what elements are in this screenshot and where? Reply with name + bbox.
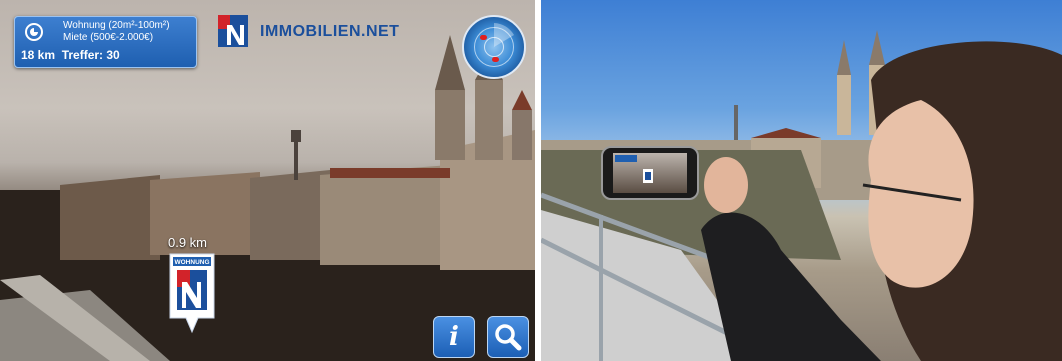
radar-hit-marker	[480, 35, 487, 40]
radar-hit-marker	[492, 57, 499, 62]
radius-value: 18 km	[21, 48, 56, 62]
radar-sweep	[494, 23, 514, 47]
phone-screen	[613, 153, 687, 193]
property-marker-pin[interactable]: WOHNUNG	[168, 252, 216, 334]
filter-type-text: Wohnung (20m²-100m²)	[63, 20, 170, 31]
info-icon: i	[449, 322, 459, 352]
hits-count: Treffer: 30	[61, 48, 120, 62]
phone-marker-pin	[643, 169, 653, 183]
ar-camera-view: Wohnung (20m²-100m²) Miete (500€-2.000€)…	[0, 0, 535, 361]
immobilien-logo-icon	[218, 15, 248, 47]
search-button[interactable]	[487, 316, 529, 358]
radius-hits-text: 18 km Treffer: 30	[21, 48, 120, 62]
phone-device	[601, 146, 699, 200]
phone-filter-box	[615, 155, 637, 162]
search-filter-box[interactable]: Wohnung (20m²-100m²) Miete (500€-2.000€)…	[14, 16, 197, 68]
radius-icon	[25, 23, 43, 41]
radar-icon[interactable]	[462, 15, 526, 79]
info-button[interactable]: i	[433, 316, 475, 358]
marker-distance: 0.9 km	[168, 235, 208, 250]
brand-name: IMMOBILIEN.NET	[260, 23, 400, 40]
phone-marker-logo-icon	[645, 172, 651, 180]
usage-photo	[541, 0, 1062, 361]
filter-price-text: Miete (500€-2.000€)	[63, 32, 154, 43]
marker-label: WOHNUNG	[174, 259, 209, 266]
search-icon	[495, 324, 522, 351]
